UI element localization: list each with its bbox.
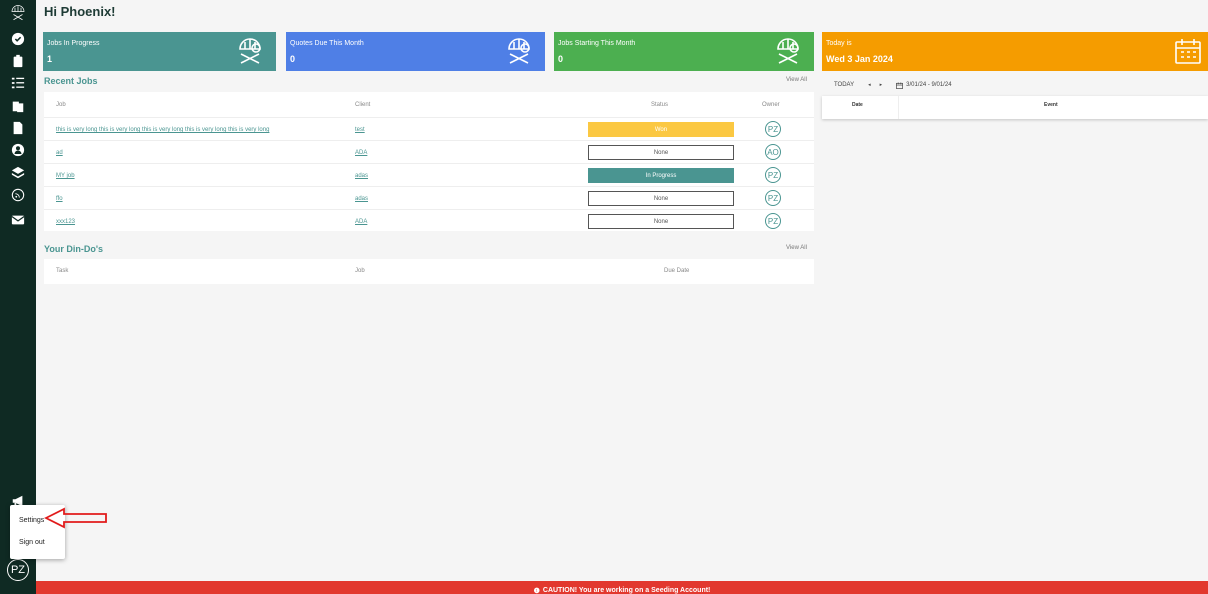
recent-jobs-view-all-link[interactable]: View All	[786, 77, 807, 83]
table-row[interactable]: ffo adas None PZ	[44, 186, 814, 209]
recent-jobs-title: Recent Jobs	[44, 76, 98, 86]
jobs-in-progress-card[interactable]: Jobs In Progress 1	[43, 32, 276, 71]
card-value: 0	[558, 54, 564, 64]
prev-week-icon[interactable]: ◂	[868, 82, 871, 88]
job-link[interactable]: ffo	[56, 196, 63, 202]
owner-avatar: PZ	[765, 167, 781, 183]
job-link[interactable]: xxx123	[56, 219, 75, 225]
table-row[interactable]: ad ADA None AO	[44, 140, 814, 163]
column-header-client: Client	[355, 102, 371, 108]
card-label: Quotes Due This Month	[290, 40, 364, 47]
column-header-status: Status	[651, 102, 669, 108]
column-header-owner: Owner	[762, 102, 780, 108]
column-header-date: Date	[852, 102, 863, 108]
documents-icon[interactable]	[9, 97, 27, 115]
card-label: Today is	[826, 40, 852, 47]
column-header-task: Task	[56, 268, 69, 274]
card-label: Jobs In Progress	[47, 40, 100, 47]
dindos-view-all-link[interactable]: View All	[786, 245, 807, 251]
status-badge[interactable]: None	[588, 214, 734, 229]
quotes-due-card[interactable]: Quotes Due This Month 0	[286, 32, 545, 71]
clipboard-icon[interactable]	[9, 52, 27, 70]
owner-avatar: PZ	[765, 121, 781, 137]
settings-menu-item[interactable]: Settings	[19, 517, 44, 524]
date-range: 3/01/24 - 9/01/24	[906, 82, 952, 88]
column-header-due-date: Due Date	[664, 268, 690, 274]
today-card: Today is Wed 3 Jan 2024	[822, 32, 1208, 71]
card-value: 1	[47, 54, 53, 64]
calendar-table: Date Event	[822, 96, 1208, 119]
sign-out-menu-item[interactable]: Sign out	[19, 539, 45, 546]
dashboard-icon[interactable]	[9, 30, 27, 48]
seeding-account-warning-banner: ❶ CAUTION! You are working on a Seeding …	[36, 581, 1208, 594]
logo-icon	[503, 35, 535, 67]
warning-icon: ❶	[533, 588, 540, 594]
calendar-toolbar: TODAY ◂ ▸ 3/01/24 - 9/01/24	[822, 74, 1208, 96]
logo-icon	[772, 35, 804, 67]
status-badge[interactable]: In Progress	[588, 168, 734, 183]
column-header-job: Job	[56, 102, 66, 108]
column-header-event: Event	[1044, 102, 1058, 108]
column-header-job: Job	[355, 268, 365, 274]
job-link[interactable]: this is very long this is very long this…	[56, 127, 269, 133]
layers-icon[interactable]	[9, 164, 27, 182]
client-link[interactable]: ADA	[355, 150, 367, 156]
job-link[interactable]: ad	[56, 150, 63, 156]
status-badge[interactable]: None	[588, 145, 734, 160]
client-link[interactable]: adas	[355, 196, 368, 202]
calendar-icon	[896, 81, 904, 89]
calendar-icon	[1172, 35, 1204, 67]
invoice-icon[interactable]	[9, 119, 27, 137]
mail-icon[interactable]	[9, 211, 27, 229]
status-badge[interactable]: Won	[588, 122, 734, 137]
banner-text: CAUTION! You are working on a Seeding Ac…	[542, 587, 711, 594]
client-link[interactable]: test	[355, 127, 365, 133]
owner-avatar: PZ	[765, 213, 781, 229]
table-row[interactable]: this is very long this is very long this…	[44, 117, 814, 140]
date-range-picker[interactable]: 3/01/24 - 9/01/24	[896, 81, 952, 89]
column-divider	[898, 96, 899, 119]
recent-jobs-table: Job Client Status Owner this is very lon…	[44, 92, 814, 231]
card-value: 0	[290, 54, 296, 64]
page-title: Hi Phoenix!	[44, 4, 116, 19]
rss-icon[interactable]	[9, 186, 27, 204]
client-link[interactable]: adas	[355, 173, 368, 179]
dindos-table: Task Job Due Date	[44, 259, 814, 284]
arrow-pointer-icon	[44, 507, 107, 529]
jobs-starting-card[interactable]: Jobs Starting This Month 0	[554, 32, 814, 71]
today-button[interactable]: TODAY	[834, 82, 854, 88]
table-row[interactable]: MY job adas In Progress PZ	[44, 163, 814, 186]
task-list-icon[interactable]	[9, 74, 27, 92]
app-logo-icon[interactable]	[9, 4, 27, 22]
status-badge[interactable]: None	[588, 191, 734, 206]
dindos-title: Your Din-Do's	[44, 244, 103, 254]
card-label: Jobs Starting This Month	[558, 40, 636, 47]
next-week-icon[interactable]: ▸	[880, 82, 883, 88]
table-row[interactable]: xxx123 ADA None PZ	[44, 209, 814, 232]
owner-avatar: PZ	[765, 190, 781, 206]
today-date: Wed 3 Jan 2024	[826, 54, 893, 64]
client-link[interactable]: ADA	[355, 219, 367, 225]
owner-avatar: AO	[765, 144, 781, 160]
job-link[interactable]: MY job	[56, 173, 75, 179]
user-icon[interactable]	[9, 141, 27, 159]
user-avatar[interactable]: PZ	[7, 559, 29, 581]
logo-icon	[234, 35, 266, 67]
